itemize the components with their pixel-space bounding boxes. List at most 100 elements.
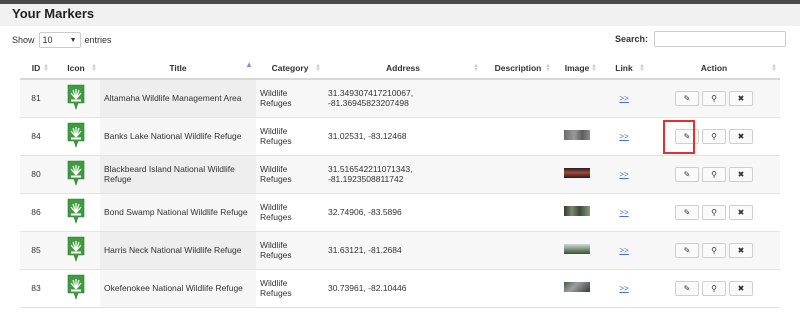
marker-link[interactable]: >> (619, 246, 628, 255)
cell-category: Wildlife Refuges (260, 126, 292, 146)
cell-action: ✎ ⚲ ✖ (648, 155, 780, 193)
markers-table: ID ▲ ▼ Icon ▲ ▼ Title ▲ Category ▲ ▼ Address ▲ ▼ … (20, 58, 780, 308)
column-header-description[interactable]: Description ▲ ▼ (482, 58, 554, 80)
marker-image-thumbnail[interactable] (564, 282, 590, 292)
cell-image (554, 155, 600, 193)
column-header-address[interactable]: Address ▲ ▼ (324, 58, 482, 80)
cell-icon (52, 193, 100, 231)
sort-icon: ▲ ▼ (545, 63, 551, 73)
marker-image-thumbnail[interactable] (564, 168, 590, 178)
cell-address: 31.516542211071343, -81.1923508811742 (328, 164, 413, 184)
top-strip (0, 0, 800, 4)
delete-button[interactable]: ✖ (729, 242, 753, 258)
cell-action: ✎ ⚲ ✖ (648, 193, 780, 231)
column-header-image[interactable]: Image ▲ ▼ (554, 58, 600, 80)
edit-button[interactable]: ✎ (675, 90, 699, 106)
map-pin-icon: ⚲ (711, 245, 717, 255)
column-header-id[interactable]: ID ▲ ▼ (20, 58, 52, 80)
cell-link: >> (600, 117, 648, 155)
show-label: Show (12, 35, 35, 45)
locate-button[interactable]: ⚲ (702, 128, 726, 144)
cell-description (482, 269, 554, 307)
marker-grass-icon (66, 122, 86, 148)
cell-icon (52, 231, 100, 269)
table-row: 86 Bond Swamp National Wildlife Refuge W… (20, 193, 780, 231)
table-header-row: ID ▲ ▼ Icon ▲ ▼ Title ▲ Category ▲ ▼ Address ▲ ▼ … (20, 58, 780, 80)
edit-button[interactable]: ✎ (675, 204, 699, 220)
sort-icon: ▲ ▼ (473, 63, 479, 73)
edit-button[interactable]: ✎ (675, 280, 699, 296)
cell-category: Wildlife Refuges (260, 88, 292, 109)
cell-category: Wildlife Refuges (260, 202, 292, 222)
delete-icon: ✖ (737, 169, 745, 179)
table-row: 83 Okefenokee National Wildlife Refuge W… (20, 269, 780, 307)
cell-id: 83 (31, 283, 41, 293)
cell-category: Wildlife Refuges (260, 278, 292, 298)
app-frame: Your Markers Show 10 ▼ entries Search: I… (0, 0, 800, 314)
entries-control: Show 10 ▼ entries (12, 32, 112, 48)
delete-button[interactable]: ✖ (729, 280, 753, 296)
marker-link[interactable]: >> (619, 132, 628, 141)
cell-address: 30.73961, -82.10446 (328, 283, 407, 293)
cell-description (482, 231, 554, 269)
edit-icon: ✎ (683, 93, 691, 103)
cell-description (482, 155, 554, 193)
locate-button[interactable]: ⚲ (702, 204, 726, 220)
cell-title: Harris Neck National Wildlife Refuge (100, 231, 256, 269)
cell-link: >> (600, 231, 648, 269)
delete-icon: ✖ (737, 207, 745, 217)
marker-image-thumbnail[interactable] (564, 206, 590, 216)
cell-id: 85 (31, 245, 41, 255)
column-header-link[interactable]: Link ▲ ▼ (600, 58, 648, 80)
delete-button[interactable]: ✖ (729, 204, 753, 220)
map-pin-icon: ⚲ (711, 93, 717, 103)
marker-grass-icon (66, 236, 86, 262)
delete-icon: ✖ (737, 283, 745, 293)
marker-link[interactable]: >> (619, 94, 628, 103)
entries-select[interactable]: 10 ▼ (38, 32, 81, 48)
locate-button[interactable]: ⚲ (702, 90, 726, 106)
search-input[interactable] (654, 31, 786, 47)
cell-link: >> (600, 155, 648, 193)
sort-icon: ▲ ▼ (639, 63, 645, 73)
marker-image-thumbnail[interactable] (564, 130, 590, 140)
locate-button[interactable]: ⚲ (702, 242, 726, 258)
cell-address: 31.349307417210067, -81.36945823207498 (328, 88, 414, 109)
edit-icon: ✎ (683, 245, 691, 255)
cell-category: Wildlife Refuges (260, 240, 292, 260)
cell-link: >> (600, 269, 648, 307)
delete-button[interactable]: ✖ (729, 90, 753, 106)
delete-icon: ✖ (737, 245, 745, 255)
column-header-icon[interactable]: Icon ▲ ▼ (52, 58, 100, 80)
edit-button[interactable]: ✎ (675, 242, 699, 258)
locate-button[interactable]: ⚲ (702, 166, 726, 182)
cell-description (482, 79, 554, 117)
marker-image-thumbnail[interactable] (564, 244, 590, 254)
cell-title: Okefenokee National Wildlife Refuge (100, 269, 256, 307)
column-header-category[interactable]: Category ▲ ▼ (256, 58, 324, 80)
delete-button[interactable]: ✖ (729, 166, 753, 182)
edit-button[interactable]: ✎ (675, 166, 699, 182)
marker-link[interactable]: >> (619, 208, 628, 217)
locate-button[interactable]: ⚲ (702, 280, 726, 296)
map-pin-icon: ⚲ (711, 169, 717, 179)
column-header-title[interactable]: Title ▲ (100, 58, 256, 80)
search-label: Search: (614, 34, 648, 44)
cell-category: Wildlife Refuges (260, 164, 292, 184)
table-row: 85 Harris Neck National Wildlife Refuge … (20, 231, 780, 269)
marker-link[interactable]: >> (619, 170, 628, 179)
highlight-edit-button (663, 120, 695, 154)
cell-image (554, 231, 600, 269)
column-header-action[interactable]: Action ▲ ▼ (648, 58, 780, 80)
delete-button[interactable]: ✖ (729, 128, 753, 144)
marker-grass-icon (66, 160, 86, 186)
marker-grass-icon (66, 198, 86, 224)
sort-icon: ▲ ▼ (43, 63, 49, 73)
map-pin-icon: ⚲ (711, 131, 717, 141)
cell-icon (52, 117, 100, 155)
marker-link[interactable]: >> (619, 284, 628, 293)
cell-image (554, 79, 600, 117)
cell-description (482, 117, 554, 155)
map-pin-icon: ⚲ (711, 207, 717, 217)
cell-action: ✎ ⚲ ✖ (648, 231, 780, 269)
